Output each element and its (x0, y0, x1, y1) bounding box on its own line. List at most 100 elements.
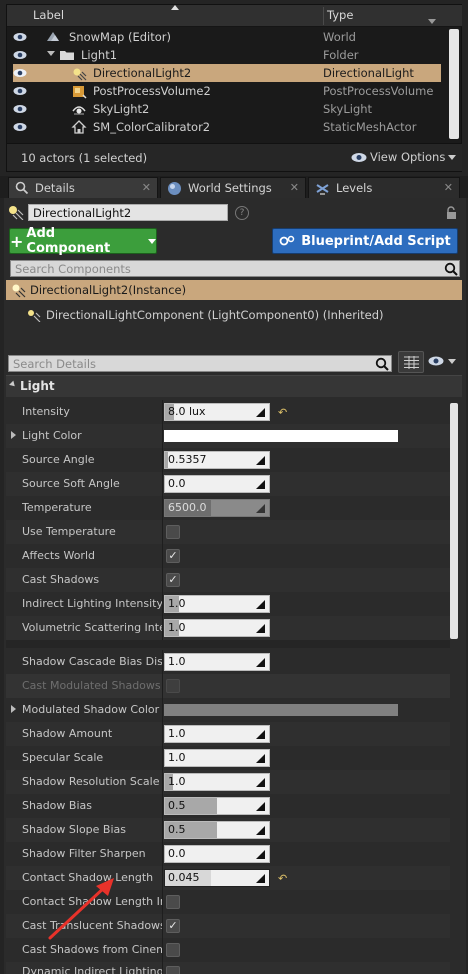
search-icon[interactable] (444, 262, 458, 276)
close-icon[interactable]: ✕ (142, 181, 151, 194)
column-splitter[interactable] (162, 448, 163, 472)
tab-world-settings[interactable]: World Settings ✕ (160, 177, 306, 198)
view-options-button[interactable]: View Options (351, 150, 457, 164)
outliner-row[interactable]: SnowMap (Editor) World (7, 28, 447, 46)
close-icon[interactable]: ✕ (290, 181, 299, 194)
outliner-row[interactable]: SM_ColorCalibrator2 StaticMeshActor (7, 118, 447, 136)
column-splitter[interactable] (162, 818, 163, 842)
column-splitter[interactable] (162, 938, 163, 962)
column-splitter[interactable] (162, 698, 163, 722)
column-splitter[interactable] (162, 568, 163, 592)
column-splitter[interactable] (162, 650, 163, 674)
column-splitter[interactable] (162, 746, 163, 770)
eye-icon[interactable] (13, 50, 27, 60)
column-splitter[interactable] (162, 914, 163, 938)
eye-icon[interactable] (13, 122, 27, 132)
outliner-row[interactable]: SkyLight2 SkyLight (7, 100, 447, 118)
column-splitter[interactable] (162, 842, 163, 866)
affects-world-checkbox[interactable]: ✓ (166, 549, 180, 563)
outliner-row-selected[interactable]: DirectionalLight2 DirectionalLight (13, 64, 441, 82)
reset-to-default-icon[interactable]: ↶ (278, 872, 287, 885)
add-component-button[interactable]: + Add Component (9, 226, 157, 256)
column-splitter[interactable] (162, 674, 163, 698)
eye-icon[interactable] (13, 104, 27, 114)
component-row-selected[interactable]: DirectionalLight2(Instance) (6, 280, 462, 300)
column-splitter[interactable] (162, 794, 163, 818)
volumetric-scattering-input[interactable]: 1.0 (164, 619, 270, 637)
column-divider[interactable] (323, 7, 324, 25)
column-label-header[interactable]: Label (33, 8, 64, 22)
column-splitter[interactable] (162, 770, 163, 794)
expand-arrow-icon[interactable] (47, 51, 55, 56)
shadow-bias-input[interactable]: 0.5 (164, 797, 270, 815)
property-row-intensity: Intensity 8.0 lux ↶ (6, 400, 450, 424)
shadow-amount-input[interactable]: 1.0 (164, 725, 270, 743)
sort-ascending-icon[interactable] (171, 5, 179, 10)
contact-shadow-world-space-checkbox[interactable] (166, 895, 180, 909)
object-name-field[interactable]: DirectionalLight2 (28, 204, 228, 221)
cast-shadows-checkbox[interactable]: ✓ (166, 573, 180, 587)
modulated-color-swatch[interactable] (164, 704, 398, 716)
property-label: Source Angle (22, 453, 95, 466)
column-splitter[interactable] (162, 616, 163, 640)
shadow-slope-bias-input[interactable]: 0.5 (164, 821, 270, 839)
eye-icon[interactable] (13, 32, 27, 42)
column-splitter[interactable] (162, 520, 163, 544)
column-splitter[interactable] (162, 400, 163, 424)
details-scrollbar[interactable] (450, 403, 458, 639)
column-splitter[interactable] (162, 722, 163, 746)
eye-icon[interactable] (13, 86, 27, 96)
column-splitter[interactable] (162, 472, 163, 496)
outliner-row-label: DirectionalLight2 (93, 66, 192, 80)
column-splitter[interactable] (162, 962, 163, 974)
intensity-input[interactable]: 8.0 lux (164, 403, 270, 421)
column-splitter[interactable] (162, 866, 163, 890)
search-icon[interactable] (375, 357, 389, 371)
eye-icon[interactable] (13, 68, 27, 78)
expand-arrow-icon[interactable] (11, 431, 16, 439)
shadow-cascade-bias-input[interactable]: 1.0 (164, 653, 270, 671)
shadow-resolution-input[interactable]: 1.0 (164, 773, 270, 791)
outliner-row[interactable]: PostProcessVolume2 PostProcessVolume (7, 82, 447, 100)
source-angle-input[interactable]: 0.5357 (164, 451, 270, 469)
column-type-header[interactable]: Type (327, 8, 353, 22)
cast-cinematic-checkbox[interactable] (166, 943, 180, 957)
outliner-row-type: Folder (323, 48, 359, 62)
expand-arrow-icon[interactable] (11, 705, 16, 713)
outliner-row[interactable]: Light1 Folder (7, 46, 447, 64)
outliner-scrollbar[interactable] (449, 29, 459, 139)
light-color-swatch[interactable] (164, 430, 398, 442)
view-options-button[interactable] (428, 355, 456, 370)
indirect-lighting-input[interactable]: 1.0 (164, 595, 270, 613)
search-components-input[interactable]: Search Components (10, 260, 460, 277)
column-splitter[interactable] (162, 890, 163, 914)
column-dropdown-icon[interactable] (428, 19, 436, 24)
specular-scale-input[interactable]: 1.0 (164, 749, 270, 767)
use-temperature-checkbox[interactable] (166, 525, 180, 539)
column-splitter[interactable] (162, 544, 163, 568)
drag-grip-icon (256, 826, 265, 835)
column-splitter[interactable] (162, 424, 163, 448)
category-header-light[interactable]: Light (6, 375, 462, 397)
tab-details[interactable]: Details ✕ (8, 177, 158, 198)
search-details-input[interactable]: Search Details (8, 355, 392, 372)
dynamic-indirect-checkbox[interactable] (166, 966, 180, 974)
help-icon[interactable]: ? (235, 206, 249, 220)
column-splitter[interactable] (162, 592, 163, 616)
close-icon[interactable]: ✕ (444, 181, 453, 194)
drag-grip-icon (256, 658, 265, 667)
source-soft-angle-input[interactable]: 0.0 (164, 475, 270, 493)
tab-levels[interactable]: Levels ✕ (308, 177, 460, 198)
lock-icon[interactable] (444, 206, 458, 220)
component-row[interactable]: DirectionalLightComponent (LightComponen… (26, 308, 384, 322)
cast-translucent-checkbox[interactable]: ✓ (166, 919, 180, 933)
grid-icon (404, 356, 419, 369)
blueprint-add-script-button[interactable]: Blueprint/Add Script (272, 228, 458, 254)
property-row-shadow-bias: Shadow Bias 0.5 (6, 794, 450, 818)
property-label: Cast Shadows (22, 573, 100, 586)
contact-shadow-length-input[interactable]: 0.045 (164, 869, 270, 887)
column-splitter[interactable] (162, 496, 163, 520)
shadow-filter-input[interactable]: 0.0 (164, 845, 270, 863)
reset-to-default-icon[interactable]: ↶ (278, 406, 287, 419)
property-matrix-button[interactable] (398, 351, 424, 373)
